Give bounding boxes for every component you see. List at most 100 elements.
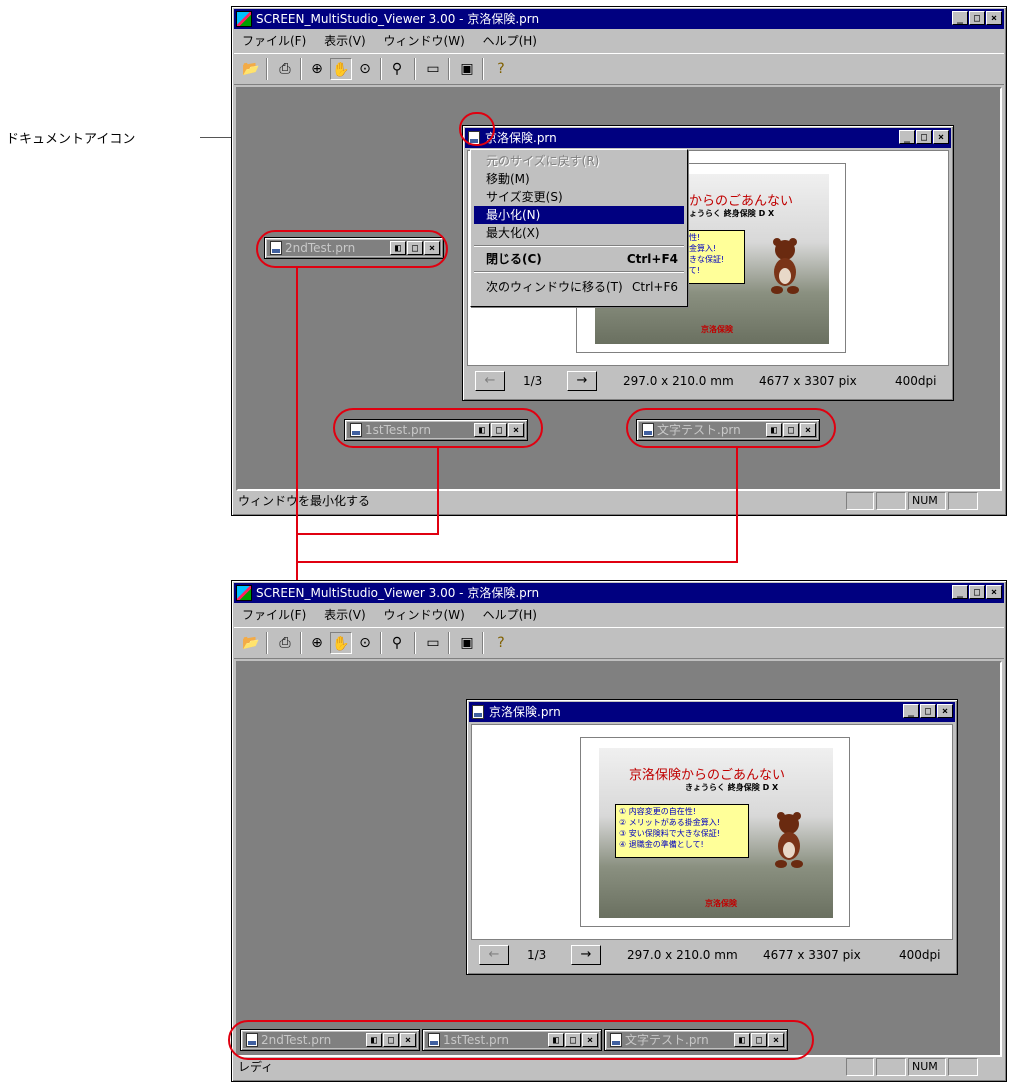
statusbar: ウィンドウを最小化する NUM xyxy=(234,491,1004,511)
menu-help[interactable]: ヘルプ(H) xyxy=(483,608,537,622)
status-pane xyxy=(948,492,978,510)
menu-item-label: 移動(M) xyxy=(486,172,530,186)
next-page-button[interactable]: → xyxy=(571,945,601,965)
app-titlebar[interactable]: SCREEN_MultiStudio_Viewer 3.00 - 京洛保険.pr… xyxy=(234,9,1004,29)
page-indicator: 1/3 xyxy=(523,374,543,388)
hand-icon[interactable]: ✋ xyxy=(330,632,352,654)
document-title: 京洛保険.prn xyxy=(485,131,557,145)
menu-maximize[interactable]: 最大化(X) xyxy=(474,224,684,242)
maximize-button[interactable]: □ xyxy=(969,585,985,599)
close-button[interactable]: × xyxy=(986,11,1002,25)
print-icon[interactable]: ⎙ xyxy=(274,58,296,80)
person-icon[interactable]: ⚲ xyxy=(386,632,408,654)
app-title: SCREEN_MultiStudio_Viewer 3.00 - 京洛保険.pr… xyxy=(256,586,540,600)
connector-line xyxy=(296,561,738,563)
document-titlebar[interactable]: 京洛保険.prn _ □ × xyxy=(465,128,951,148)
zoom-in-icon[interactable]: ⊕ xyxy=(306,632,328,654)
doc-close-button[interactable]: × xyxy=(933,130,949,144)
bear-mascot-icon xyxy=(771,238,799,294)
logo-text: 京洛保険 xyxy=(705,899,737,908)
toolbar-separator xyxy=(380,632,382,654)
bear-mascot-icon xyxy=(775,812,803,868)
highlight-2ndtest xyxy=(256,230,448,268)
window-image-icon[interactable]: ▣ xyxy=(456,58,478,80)
menu-view[interactable]: 表示(V) xyxy=(324,34,366,48)
menu-help[interactable]: ヘルプ(H) xyxy=(483,34,537,48)
status-pane xyxy=(846,492,874,510)
menu-minimize[interactable]: 最小化(N) xyxy=(474,206,684,224)
dpi: 400dpi xyxy=(899,948,941,962)
menu-window[interactable]: ウィンドウ(W) xyxy=(384,34,465,48)
page-title: 京洛保険からのごあんない xyxy=(629,768,786,783)
statusbar: レディ NUM xyxy=(234,1057,1004,1077)
toolbar-separator xyxy=(482,632,484,654)
help-icon[interactable]: ? xyxy=(490,58,512,80)
toolbar: 📂 ⎙ ⊕ ✋ ⊙ ⚲ ▭ ▣ ? xyxy=(234,53,1004,85)
doc-maximize-button[interactable]: □ xyxy=(920,704,936,718)
rotate-icon[interactable]: ⊙ xyxy=(354,58,376,80)
page-view-icon[interactable]: ▭ xyxy=(422,632,444,654)
doc-close-button[interactable]: × xyxy=(937,704,953,718)
feature-line: ① 内容変更の自在性! xyxy=(619,807,696,816)
menu-restore[interactable]: 元のサイズに戻す(R) xyxy=(474,152,684,170)
highlight-1sttest xyxy=(333,408,543,448)
menu-file[interactable]: ファイル(F) xyxy=(242,608,306,622)
hand-icon[interactable]: ✋ xyxy=(330,58,352,80)
doc-minimize-button[interactable]: _ xyxy=(899,130,915,144)
size-mm: 297.0 x 210.0 mm xyxy=(623,374,734,388)
status-text: レディ xyxy=(238,1060,274,1074)
doc-maximize-button[interactable]: □ xyxy=(916,130,932,144)
page-title: からのごあんない xyxy=(689,194,794,209)
document-titlebar[interactable]: 京洛保険.prn _ □ × xyxy=(469,702,955,722)
toolbar-separator xyxy=(266,58,268,80)
feature-line: 在性! xyxy=(681,233,701,242)
menu-item-label: 最大化(X) xyxy=(486,226,540,240)
help-icon[interactable]: ? xyxy=(490,632,512,654)
rotate-icon[interactable]: ⊙ xyxy=(354,632,376,654)
document-icon[interactable] xyxy=(472,705,484,719)
toolbar-separator xyxy=(448,58,450,80)
menu-next-window[interactable]: 次のウィンドウに移る(T) Ctrl+F6 xyxy=(474,278,684,296)
document-navbar: ← 1/3 → 297.0 x 210.0 mm 4677 x 3307 pix… xyxy=(471,942,951,968)
page-view-icon[interactable]: ▭ xyxy=(422,58,444,80)
toolbar-separator xyxy=(380,58,382,80)
feature-line: 掛金算入! xyxy=(681,244,717,253)
maximize-button[interactable]: □ xyxy=(969,11,985,25)
connector-line xyxy=(736,448,738,562)
open-folder-icon[interactable]: 📂 xyxy=(240,632,262,654)
menu-resize[interactable]: サイズ変更(S) xyxy=(474,188,684,206)
connector-line xyxy=(296,533,439,535)
person-icon[interactable]: ⚲ xyxy=(386,58,408,80)
minimize-button[interactable]: _ xyxy=(952,585,968,599)
close-button[interactable]: × xyxy=(986,585,1002,599)
zoom-in-icon[interactable]: ⊕ xyxy=(306,58,328,80)
open-folder-icon[interactable]: 📂 xyxy=(240,58,262,80)
prev-page-button[interactable]: ← xyxy=(475,371,505,391)
document-client: 京洛保険からのごあんない きょうらく 終身保険 D X ① 内容変更の自在性! … xyxy=(471,724,953,940)
prev-page-button[interactable]: ← xyxy=(479,945,509,965)
menu-item-label: 閉じる(C) xyxy=(486,252,542,266)
window-image-icon[interactable]: ▣ xyxy=(456,632,478,654)
feature-line: ③ 安い保険料で大きな保証! xyxy=(619,829,720,838)
app-titlebar[interactable]: SCREEN_MultiStudio_Viewer 3.00 - 京洛保険.pr… xyxy=(234,583,1004,603)
document-window: 京洛保険.prn _ □ × 京洛保険からのごあんない きょうらく 終身保険 D… xyxy=(466,699,958,975)
menu-view[interactable]: 表示(V) xyxy=(324,608,366,622)
feature-line: ② メリットがある掛金算入! xyxy=(619,818,720,827)
feature-line: して! xyxy=(681,266,700,275)
caption-buttons: _ □ × xyxy=(951,11,1002,25)
annotation-label: ドキュメントアイコン xyxy=(6,132,136,147)
menu-window[interactable]: ウィンドウ(W) xyxy=(384,608,465,622)
menu-file[interactable]: ファイル(F) xyxy=(242,34,306,48)
doc-minimize-button[interactable]: _ xyxy=(903,704,919,718)
app-icon[interactable] xyxy=(236,11,252,27)
toolbar-separator xyxy=(300,632,302,654)
status-pane xyxy=(876,492,906,510)
menu-close[interactable]: 閉じる(C) Ctrl+F4 xyxy=(474,250,684,268)
menu-separator xyxy=(474,271,684,273)
app-icon[interactable] xyxy=(236,585,252,601)
minimize-button[interactable]: _ xyxy=(952,11,968,25)
toolbar-separator xyxy=(482,58,484,80)
menu-move[interactable]: 移動(M) xyxy=(474,170,684,188)
print-icon[interactable]: ⎙ xyxy=(274,632,296,654)
next-page-button[interactable]: → xyxy=(567,371,597,391)
